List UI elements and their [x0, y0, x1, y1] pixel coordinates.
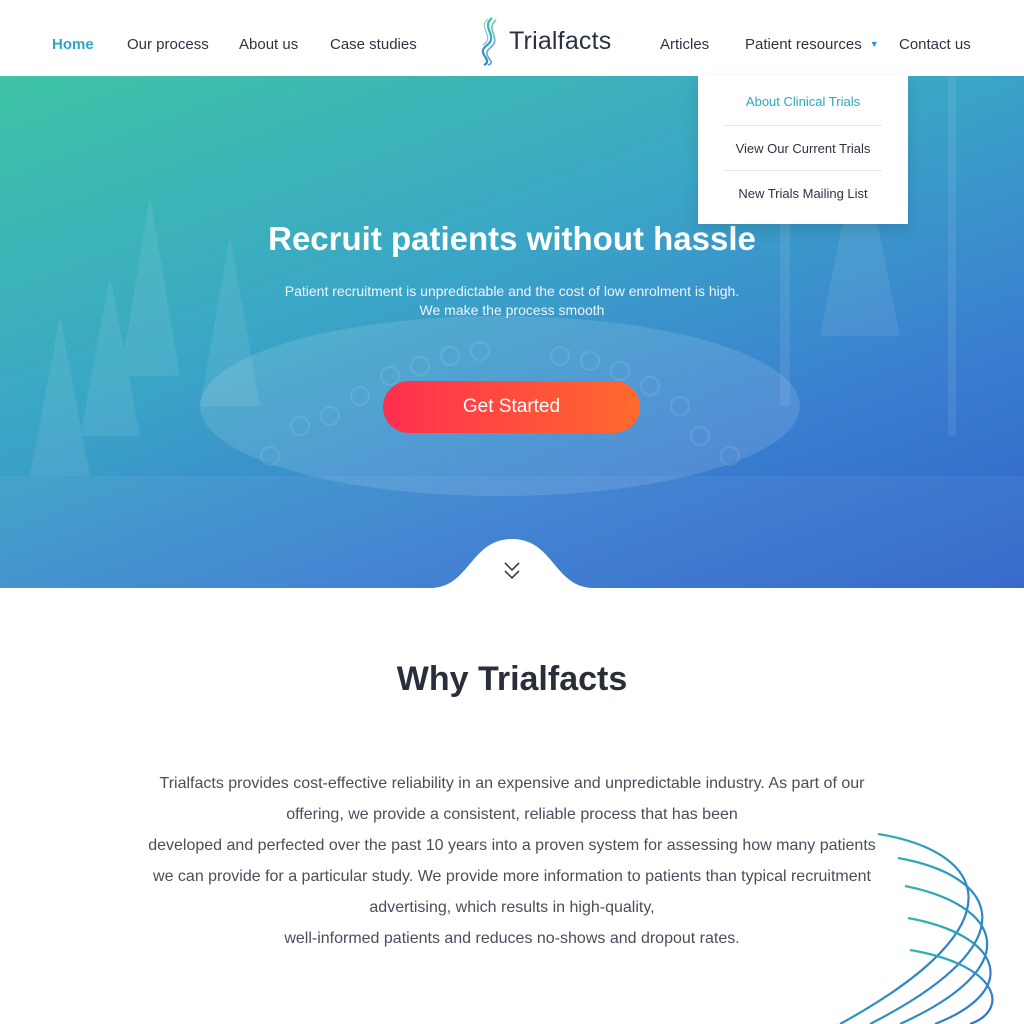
top-navigation: Home Our process About us Case studies T…: [0, 0, 1024, 76]
double-chevron-down-icon[interactable]: [501, 560, 523, 584]
dropdown-item-new-trials-mailing-list[interactable]: New Trials Mailing List: [724, 186, 882, 201]
nav-home[interactable]: Home: [52, 36, 94, 53]
why-body-line: advertising, which results in high-quali…: [369, 899, 655, 916]
nav-case-studies[interactable]: Case studies: [330, 36, 417, 53]
dropdown-divider: [724, 170, 882, 171]
nav-our-process[interactable]: Our process: [127, 36, 209, 53]
why-body-line: offering, we provide a consistent, relia…: [286, 806, 738, 823]
brand-name: Trialfacts: [509, 26, 612, 55]
why-body-line: developed and perfected over the past 10…: [148, 837, 876, 854]
why-section-title: Why Trialfacts: [396, 660, 628, 698]
decorative-wave-lines: [839, 832, 994, 1024]
hero-subtitle-line-1: Patient recruitment is unpredictable and…: [284, 283, 740, 299]
why-body-line: Trialfacts provides cost-effective relia…: [159, 775, 865, 792]
why-body-line: we can provide for a particular study. W…: [153, 868, 871, 885]
hero-subtitle-line-2: We make the process smooth: [419, 302, 605, 318]
caret-down-icon: ▼: [869, 39, 879, 49]
brand-logo[interactable]: Trialfacts: [474, 16, 611, 66]
dna-helix-icon: [481, 17, 497, 66]
nav-patient-resources-label: Patient resources: [745, 36, 862, 53]
dropdown-item-view-current-trials[interactable]: View Our Current Trials: [724, 141, 882, 156]
patient-resources-dropdown: About Clinical Trials View Our Current T…: [698, 76, 908, 224]
hero-title: Recruit patients without hassle: [268, 220, 756, 257]
why-section-body: Trialfacts provides cost-effective relia…: [120, 768, 904, 954]
nav-articles[interactable]: Articles: [660, 36, 709, 53]
dropdown-item-about-clinical-trials[interactable]: About Clinical Trials: [724, 94, 882, 109]
why-body-line: well-informed patients and reduces no-sh…: [284, 930, 740, 947]
nav-contact-us[interactable]: Contact us: [899, 36, 971, 53]
hero-subtitle: Patient recruitment is unpredictable and…: [0, 282, 1024, 320]
nav-about-us[interactable]: About us: [239, 36, 298, 53]
nav-patient-resources[interactable]: Patient resources ▼: [745, 36, 879, 53]
dropdown-divider: [724, 125, 882, 126]
get-started-button[interactable]: Get Started: [383, 381, 640, 433]
